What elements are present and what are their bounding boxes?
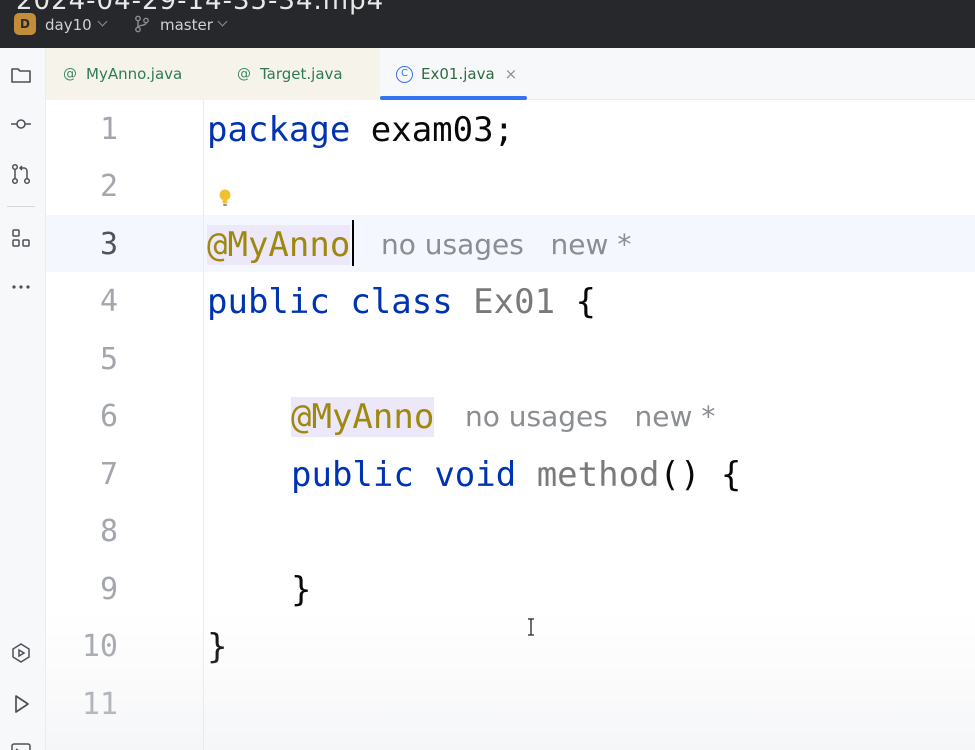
code-line-1: package exam03;: [207, 110, 514, 150]
branch-name[interactable]: master: [160, 16, 213, 34]
inlay-hint[interactable]: no usages new *: [381, 228, 631, 261]
annotation: @MyAnno: [207, 225, 351, 265]
project-folder-icon[interactable]: [8, 62, 34, 88]
editor-tabs: @ MyAnno.java @ Target.java C Ex01.java …: [46, 48, 975, 100]
code-line-4: public class Ex01 {: [207, 282, 596, 322]
code-line-3: @MyAnno: [207, 225, 351, 265]
terminal-icon[interactable]: [8, 738, 34, 750]
code-line-6: @MyAnno: [291, 397, 435, 437]
title-bar: 2024-04-29-14-35-34.mp4 D day10 master: [0, 0, 975, 48]
ibeam-cursor-icon: [528, 618, 534, 636]
project-badge[interactable]: D: [14, 13, 36, 35]
tab-target[interactable]: @ Target.java: [222, 48, 380, 100]
line-number: 5: [99, 342, 118, 377]
method-name: method: [536, 455, 660, 495]
run-icon[interactable]: [8, 691, 34, 717]
window-title: 2024-04-29-14-35-34.mp4: [16, 0, 385, 16]
tab-myanno[interactable]: @ MyAnno.java: [46, 48, 222, 100]
line-number: 6: [99, 399, 118, 434]
pull-requests-icon[interactable]: [8, 161, 34, 187]
project-name[interactable]: day10: [45, 16, 92, 34]
chevron-down-icon[interactable]: [97, 16, 108, 27]
line-number: 1: [99, 112, 118, 147]
line-number: 9: [99, 572, 118, 607]
line-number: 7: [99, 457, 118, 492]
params: () {: [659, 455, 742, 495]
keyword: public: [207, 282, 330, 322]
line-number-gutter: 1 2 3 4 5 6 7 8 9 10 11: [46, 100, 204, 750]
keyword: void: [434, 455, 517, 495]
package-name: exam03;: [350, 110, 515, 150]
code-editor[interactable]: 1 2 3 4 5 6 7 8 9 10 11 package exam03; …: [46, 100, 975, 750]
services-icon[interactable]: [8, 640, 34, 666]
tab-label: Target.java: [260, 65, 343, 83]
commit-icon[interactable]: [8, 111, 34, 137]
tool-window-strip: [0, 48, 46, 750]
toolstrip-divider: [7, 206, 35, 207]
code-line-7: public void method() {: [291, 455, 741, 495]
class-name: Ex01: [473, 282, 556, 322]
code-line-9: }: [291, 570, 312, 610]
annotation-icon: @: [237, 66, 251, 82]
keyword: package: [207, 110, 351, 150]
tab-label: Ex01.java: [421, 65, 495, 83]
annotation-icon: @: [63, 66, 77, 82]
line-number: 2: [99, 169, 118, 204]
line-number: 11: [81, 687, 118, 722]
line-number: 3: [99, 227, 118, 262]
brace: {: [555, 282, 596, 322]
branch-icon: [135, 15, 149, 33]
line-number: 8: [99, 514, 118, 549]
chevron-down-icon[interactable]: [217, 16, 228, 27]
code-line-10: }: [207, 627, 228, 667]
inlay-hint[interactable]: no usages new *: [465, 400, 715, 433]
tab-label: MyAnno.java: [86, 65, 183, 83]
line-number: 4: [99, 284, 118, 319]
keyword: class: [350, 282, 453, 322]
annotation: @MyAnno: [291, 397, 435, 437]
text-caret: [352, 220, 354, 266]
class-icon: C: [396, 65, 413, 83]
close-icon[interactable]: ×: [505, 65, 518, 83]
structure-icon[interactable]: [8, 225, 34, 251]
line-number: 10: [81, 629, 118, 664]
more-icon[interactable]: [8, 274, 34, 300]
lightbulb-icon[interactable]: [218, 188, 232, 208]
keyword: public: [291, 455, 414, 495]
tab-ex01[interactable]: C Ex01.java ×: [380, 48, 540, 100]
